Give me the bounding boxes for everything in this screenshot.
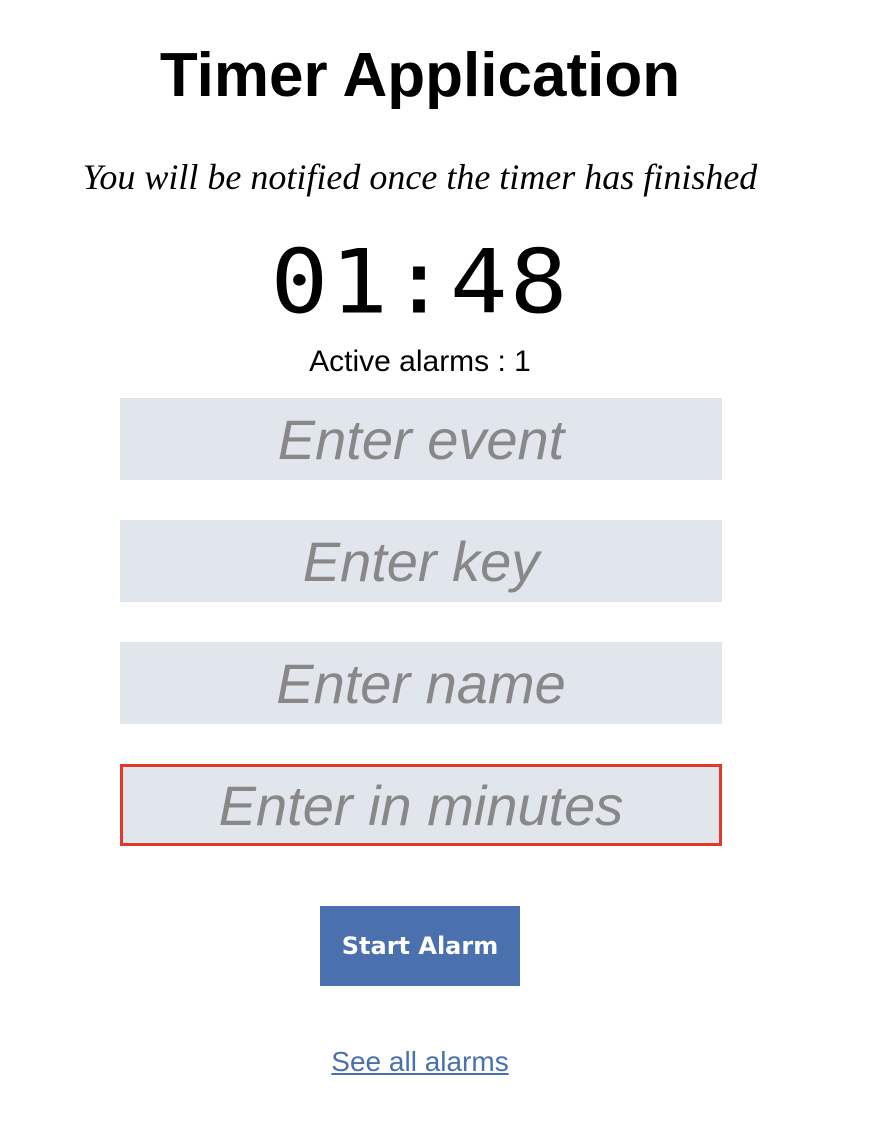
active-alarms-count: Active alarms : 1 [309, 345, 531, 378]
see-all-alarms-container: See all alarms [0, 1044, 840, 1080]
minutes-input[interactable] [120, 764, 722, 846]
page-title: Timer Application [159, 41, 681, 110]
name-input[interactable] [120, 642, 722, 724]
key-input[interactable] [120, 520, 722, 602]
countdown-display: 01:48 [270, 230, 570, 334]
page-subtitle: You will be notified once the timer has … [82, 157, 758, 197]
see-all-alarms-link[interactable]: See all alarms [331, 1046, 508, 1077]
start-alarm-button[interactable]: Start Alarm [320, 906, 520, 986]
event-input[interactable] [120, 398, 722, 480]
